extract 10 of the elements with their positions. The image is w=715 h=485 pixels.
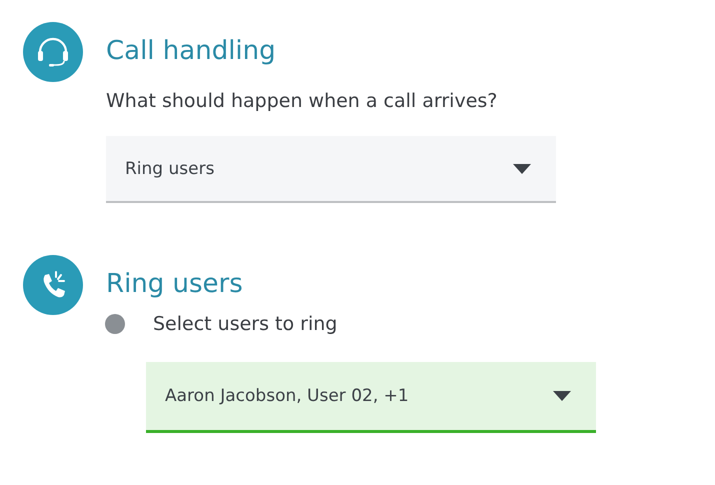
section-title: Call handling (106, 36, 277, 66)
section-title: Ring users (106, 269, 244, 299)
caret-icon (553, 391, 571, 401)
dropdown[interactable]: Ring users (106, 136, 556, 203)
dropdown[interactable]: Aaron Jacobson, User 02, +1 (146, 362, 596, 433)
headset-icon (23, 22, 83, 82)
question-text: What should happen when a call arrives? (106, 89, 498, 114)
option-label: Select users to ring (153, 313, 338, 335)
phone-icon (23, 255, 83, 315)
caret-icon (513, 164, 531, 174)
